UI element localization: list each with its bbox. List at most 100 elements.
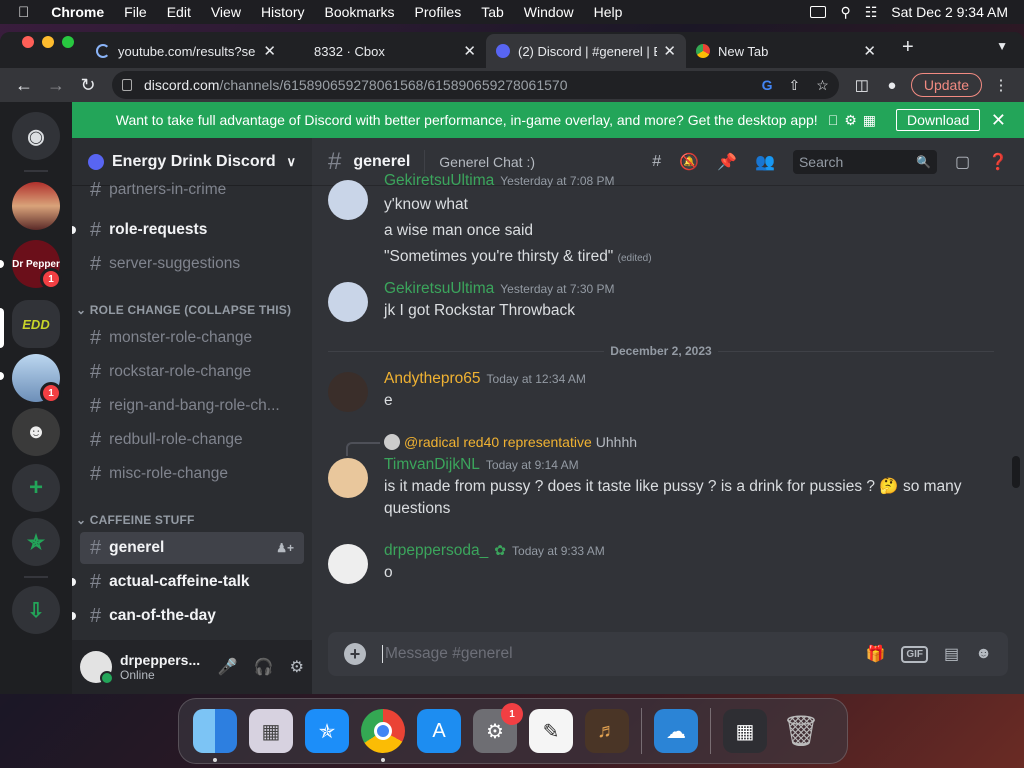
finder-icon[interactable] [193,709,237,762]
menu-edit[interactable]: Edit [157,4,201,20]
lock-icon[interactable] [122,79,132,91]
minimized-window-icon[interactable]: ▦ [723,709,767,753]
avatar[interactable] [328,372,368,412]
message-author[interactable]: GekiretsuUltima [384,280,494,297]
help-icon[interactable]: ❓ [988,152,1008,172]
message-author[interactable]: GekiretsuUltima [384,172,494,189]
menu-help[interactable]: Help [584,4,633,20]
share-icon[interactable]: ⇧ [789,77,801,94]
channel-reign-and-bang-role-change[interactable]: # reign-and-bang-role-ch... [80,390,304,422]
message-author[interactable]: Andythepro65 [384,370,481,387]
channel-role-requests[interactable]: # role-requests [80,214,304,246]
channel-monster-role-change[interactable]: # monster-role-change [80,322,304,354]
google-lens-icon[interactable]: G [762,77,773,93]
channel-topic[interactable]: Generel Chat :) [439,154,535,170]
menu-view[interactable]: View [201,4,251,20]
close-tab-icon[interactable]: ✕ [863,42,876,60]
menu-history[interactable]: History [251,4,315,20]
category-role-change[interactable]: ⌄ ROLE CHANGE (COLLAPSE THIS) [76,303,291,317]
side-panel-icon[interactable]: ◫ [847,76,877,94]
garageband-guitar-icon[interactable]: ♬ [585,709,629,753]
update-chrome-button[interactable]: Update [910,73,982,97]
search-input[interactable]: Search 🔍 [792,149,937,174]
close-tab-icon[interactable]: ✕ [663,42,676,60]
server-icon-edd[interactable]: EDD [12,300,60,348]
user-settings-gear-icon[interactable]: ⚙ [290,657,304,677]
spotlight-search-icon[interactable]: ⚲ [840,4,850,21]
add-server-icon[interactable]: + [12,464,60,512]
tab-discord[interactable]: (2) Discord | #generel | E ✕ [486,34,686,68]
textedit-icon[interactable]: ✎ [529,709,573,753]
launchpad-icon[interactable]: ▦ [249,709,293,753]
close-window-button[interactable] [22,36,34,48]
username[interactable]: drpeppers... [120,652,200,668]
emoji-picker-icon[interactable]: ☻ [975,645,992,663]
chat-scrollbar[interactable] [1012,456,1020,488]
menu-file[interactable]: File [114,4,157,20]
menu-tab[interactable]: Tab [471,4,514,20]
channel-rockstar-role-change[interactable]: # rockstar-role-change [80,356,304,388]
safari-compass-icon[interactable]: ✯ [305,709,349,753]
notification-settings-bell-muted-icon[interactable]: 🔕 [679,152,699,172]
server-icon-bear[interactable]: ☻ [12,408,60,456]
channel-server-suggestions[interactable]: # server-suggestions [80,248,304,280]
user-avatar[interactable] [80,651,114,685]
download-button[interactable]: Download [895,109,981,131]
channel-generel[interactable]: # generel ♟+ [80,532,304,564]
weather-icon[interactable]: ☁ [654,709,698,753]
headphones-icon[interactable]: 🎧 [254,657,274,677]
avatar[interactable] [328,282,368,322]
gif-picker-button[interactable]: GIF [901,645,929,663]
sticker-icon[interactable]: ▤ [944,644,959,664]
mute-microphone-icon[interactable]: 🎤 [218,657,238,677]
tab-search-chevron-icon[interactable]: ▼ [980,39,1024,61]
menu-bookmarks[interactable]: Bookmarks [315,4,405,20]
threads-icon[interactable]: # [652,153,661,171]
avatar[interactable] [328,544,368,584]
channel-partners-in-crime[interactable]: # partners-in-crime [80,180,304,200]
pinned-messages-icon[interactable]: 📌 [717,152,737,172]
avatar[interactable] [328,180,368,220]
channel-can-of-the-day[interactable]: # can-of-the-day [80,600,304,632]
zoom-window-button[interactable] [62,36,74,48]
tab-new-tab[interactable]: New Tab ✕ [686,34,886,68]
explore-servers-compass-icon[interactable]: ✯ [12,518,60,566]
new-tab-plus-icon[interactable]: + [886,36,926,65]
channel-misc-role-change[interactable]: # misc-role-change [80,458,304,490]
category-caffeine-stuff[interactable]: ⌄ CAFFEINE STUFF [76,513,195,527]
member-list-icon[interactable]: 👥 [755,152,775,172]
tab-youtube[interactable]: youtube.com/results?se ✕ [86,34,286,68]
minimize-window-button[interactable] [42,36,54,48]
message-author[interactable]: TimvanDijkNL [384,456,480,473]
message-input[interactable] [382,645,866,663]
menu-app-name[interactable]: Chrome [41,4,114,20]
close-tab-icon[interactable]: ✕ [263,42,276,60]
menu-profiles[interactable]: Profiles [405,4,472,20]
menu-window[interactable]: Window [514,4,584,20]
chrome-icon[interactable] [361,709,405,762]
control-center-icon[interactable]: ☷ [865,4,878,21]
channel-redbull-role-change[interactable]: # redbull-role-change [80,424,304,456]
back-arrow-icon[interactable]: ← [8,75,40,96]
close-tab-icon[interactable]: ✕ [463,42,476,60]
channel-actual-caffeine-talk[interactable]: # actual-caffeine-talk [80,566,304,598]
screen-mirroring-icon[interactable] [810,6,827,18]
system-settings-gear-icon[interactable]: ⚙ 1 [473,703,523,753]
kebab-menu-icon[interactable]: ⋮ [986,76,1016,94]
avatar[interactable] [328,458,368,498]
bookmark-star-icon[interactable]: ☆ [816,77,829,94]
apple-menu-icon[interactable]:  [0,4,41,21]
server-header[interactable]: Energy Drink Discord ∨ [72,138,312,186]
message-author[interactable]: drpeppersoda_ [384,542,488,559]
trash-icon[interactable]: 🗑 [779,709,823,753]
gift-icon[interactable]: 🎁 [865,644,885,664]
inbox-icon[interactable]: ▢ [955,152,970,172]
server-icon-drinks[interactable] [12,182,60,230]
close-banner-icon[interactable]: ✕ [991,110,1006,131]
reload-icon[interactable]: ↻ [72,75,104,96]
menubar-clock[interactable]: Sat Dec 2 9:34 AM [891,4,1008,20]
download-apps-icon[interactable]: ⇩ [12,586,60,634]
add-member-icon[interactable]: ♟+ [276,541,294,555]
address-bar[interactable]: discord.com/channels/615890659278061568/… [112,71,839,99]
tab-cbox[interactable]: 8332 · Cbox ✕ [286,34,486,68]
